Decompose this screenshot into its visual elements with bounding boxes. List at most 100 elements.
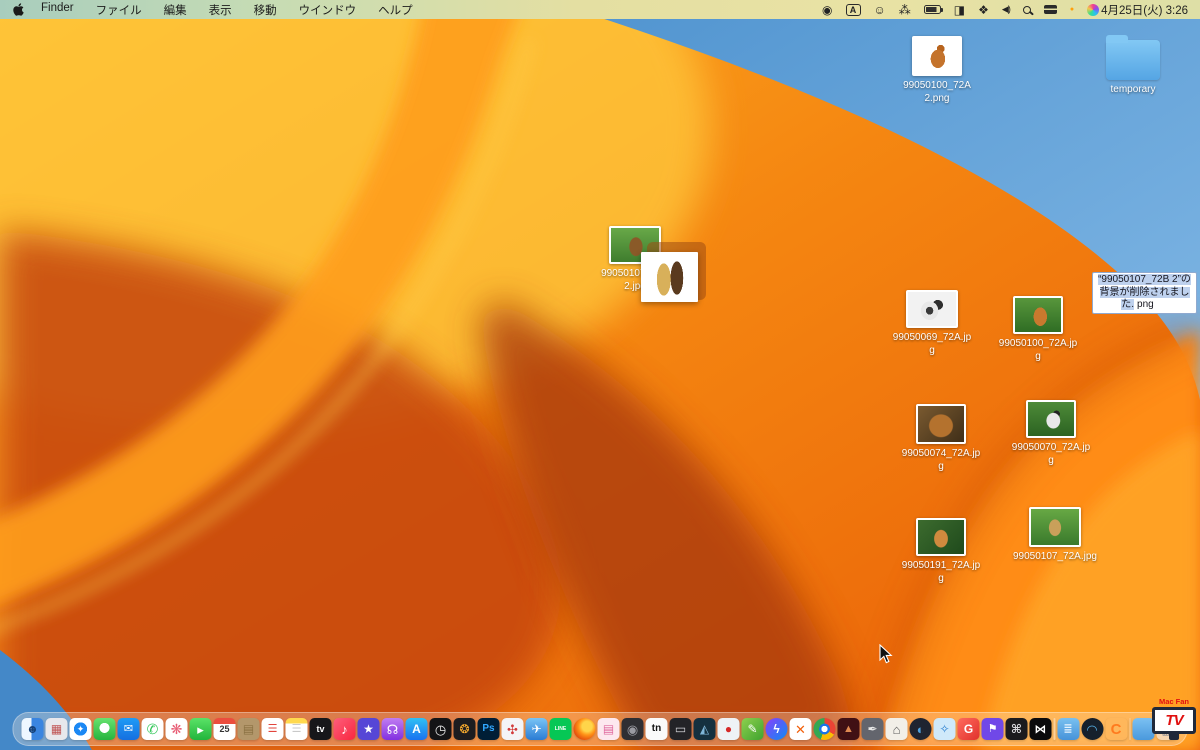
dock-app-glyph: ☰ — [291, 722, 302, 735]
dock-icon-messenger[interactable]: ϟ — [765, 718, 788, 740]
menu-file[interactable]: ファイル — [96, 2, 142, 18]
dock-icon-pinwheel-app[interactable]: ✣ — [501, 718, 524, 740]
dock-separator[interactable] — [1053, 718, 1055, 740]
dock-icon-dark-red-app[interactable]: ▲ — [837, 718, 860, 740]
dock-icon-final-cut[interactable]: ❂ — [453, 718, 476, 740]
dock-icon-photos[interactable]: ❋ — [165, 718, 188, 740]
dock-icon-clock-app[interactable]: ◷ — [429, 718, 452, 740]
dock-icon-launchpad[interactable]: ▦ — [45, 718, 68, 740]
menu-window[interactable]: ウインドウ — [299, 2, 357, 18]
file-99050191-72a-jpg[interactable]: 99050191_72A.jp g — [881, 518, 1001, 585]
dock-app-glyph: ♪ — [341, 721, 348, 737]
desktop-folder-temporary[interactable]: temporary — [1073, 35, 1193, 97]
dock-icon-arc-app[interactable]: ◠ — [1081, 718, 1103, 740]
file-99050070-72a-jpg[interactable]: 99050070_72A.jp g — [991, 400, 1111, 467]
dock-icon-blue-plane-app[interactable]: ✈ — [525, 718, 548, 740]
dock-app-glyph: ◭ — [699, 722, 710, 736]
menu-help[interactable]: ヘルプ — [378, 2, 413, 18]
dock-icon-notes-brown[interactable]: ▤ — [237, 718, 260, 740]
dock-app-glyph: ❂ — [459, 722, 470, 736]
siri-icon[interactable] — [1087, 3, 1100, 16]
dock-icon-firefox[interactable] — [573, 718, 596, 740]
dock-icon-facetime-phone[interactable]: ✆ — [141, 718, 164, 740]
spotlight-icon[interactable] — [1022, 5, 1031, 14]
dock-icon-orange-c-app[interactable]: C — [1105, 718, 1127, 740]
file-99050069-72a-jpg[interactable]: 99050069_72A.jp g — [872, 290, 992, 357]
dock-app-glyph: ⌂ — [892, 721, 901, 737]
dock-icon-app-store[interactable]: A — [405, 718, 428, 740]
dock-icon-photoshop[interactable]: Ps — [477, 718, 500, 740]
dock-icon-orange-x-app[interactable]: ✕ — [789, 718, 812, 740]
menu-bar: Finder ファイル 編集 表示 移動 ウインドウ ヘルプ ◉ A ☺ ⁂ ◨ ❖ ◀) ● 4月25日… — [0, 0, 1200, 19]
dock-icon-house-app[interactable]: ⌂ — [885, 718, 908, 740]
apple-menu[interactable] — [12, 3, 25, 16]
dock-app-glyph: ≣ — [1063, 722, 1073, 735]
dock-icon-pink-grid-app[interactable]: ▤ — [597, 718, 620, 740]
dock-icon-bowtie-app[interactable]: ⋈ — [1029, 718, 1052, 740]
file-label: 99050069_72A.jp g — [892, 332, 972, 356]
dock-icon-notes[interactable]: ☰ — [285, 718, 308, 740]
dock-icon-downloads-folder[interactable]: ≣ — [1057, 718, 1079, 740]
dock-app-glyph: C — [1110, 720, 1122, 738]
dock-app-glyph: A — [412, 722, 421, 736]
dock-app-glyph: ▦ — [50, 722, 63, 736]
dock-icon-mail[interactable]: ✉ — [117, 718, 140, 740]
tv-logo: TV — [1152, 707, 1196, 734]
dock-app-glyph: ◉ — [626, 721, 639, 737]
dock-icon-safari[interactable]: ✦ — [69, 718, 92, 740]
dock-separator-2[interactable] — [1129, 718, 1131, 740]
file-extension-text: png — [1134, 299, 1168, 310]
dock-icon-screen-app[interactable]: ▭ — [669, 718, 692, 740]
menu-edit[interactable]: 編集 — [164, 2, 187, 18]
dock-app-glyph: ◷ — [434, 721, 447, 737]
dock-icon-chrome[interactable] — [813, 718, 836, 740]
dock-icon-light-blue-app[interactable]: ✧ — [933, 718, 956, 740]
dock-items: ☻ ▦ ✦ ✉ ✆ ❋ ▸ 25 ▤ ☰ ☰ tv ♪ ★ ☊ A ◷ ❂ Ps… — [21, 718, 1179, 740]
dock-icon-finder[interactable]: ☻ — [21, 718, 44, 740]
dock-icon-apple-tv[interactable]: tv — [309, 718, 332, 740]
dock-icon-photo-editor-app[interactable]: ◭ — [693, 718, 716, 740]
dock-icon-g-app[interactable]: G — [957, 718, 980, 740]
audio-app-icon[interactable]: ⁂ — [899, 3, 911, 17]
dock-icon-green-pencil-app[interactable]: ✎ — [741, 718, 764, 740]
watermark-title: Mac Fan — [1158, 697, 1189, 706]
file-99050074-72a-jpg[interactable]: 99050074_72A.jp g — [881, 404, 1001, 473]
control-center-icon[interactable] — [1043, 5, 1057, 14]
dock-app-glyph: ☊ — [386, 721, 399, 737]
dock-icon-music[interactable]: ♪ — [333, 718, 356, 740]
file-99050100-72a-jpg[interactable]: 99050100_72A.jp g — [978, 296, 1098, 363]
dock-icon-reminders[interactable]: ☰ — [261, 718, 284, 740]
dock-icon-black-grid-app[interactable]: ⌘ — [1005, 718, 1028, 740]
dock-app-glyph: LINE — [554, 725, 567, 732]
battery-icon[interactable] — [923, 5, 943, 14]
user-account-icon[interactable]: ☺ — [874, 3, 886, 17]
dock-icon-star-app[interactable]: ★ — [357, 718, 380, 740]
dock-icon-line[interactable]: LINE — [549, 718, 572, 740]
menu-view[interactable]: 表示 — [209, 2, 232, 18]
volume-icon[interactable]: ◀) — [1002, 4, 1011, 15]
file-99050107-72a-jpg[interactable]: 99050107_72A.jpg — [995, 507, 1115, 564]
menu-finder[interactable]: Finder — [41, 2, 74, 18]
menu-go[interactable]: 移動 — [254, 2, 277, 18]
file-99050100-72a-2-png[interactable]: 99050100_72A 2.png — [877, 36, 997, 105]
dock-icon-red-sphere-app[interactable]: ● — [717, 718, 740, 740]
input-source-icon[interactable]: A — [845, 3, 861, 16]
recording-indicator-dot[interactable]: ● — [1070, 6, 1074, 13]
display-toggle-icon[interactable]: ◨ — [954, 3, 965, 17]
dock-icon-purple-flag-app[interactable]: ⚑ — [981, 718, 1004, 740]
dock-icon-facetime[interactable]: ▸ — [189, 718, 212, 740]
dock-icon-handwriting-app[interactable]: tn — [645, 718, 668, 740]
menu-bar-clock[interactable]: 4月25日(火) 3:26 — [1101, 2, 1188, 18]
folder-label: temporary — [1110, 84, 1156, 95]
dock-icon-gray-pen-app[interactable]: ✒ — [861, 718, 884, 740]
dropbox-icon[interactable]: ❖ — [978, 3, 989, 17]
dock-icon-dark-sphere-app[interactable]: ◉ — [621, 718, 644, 740]
dock-icon-podcasts[interactable]: ☊ — [381, 718, 404, 740]
dock-icon-calendar[interactable]: 25 — [213, 718, 236, 740]
dragged-image-thumbnail[interactable] — [641, 252, 698, 302]
filename-edit-field[interactable]: “99050107_72B 2”の 背景が削除されまし た. png — [1092, 272, 1197, 314]
dock-icon-messages[interactable] — [93, 718, 116, 740]
dock-app-glyph: tn — [651, 723, 662, 734]
screen-record-icon[interactable]: ◉ — [822, 3, 832, 17]
dock-icon-dark-circle-app[interactable]: ◐ — [909, 718, 932, 740]
